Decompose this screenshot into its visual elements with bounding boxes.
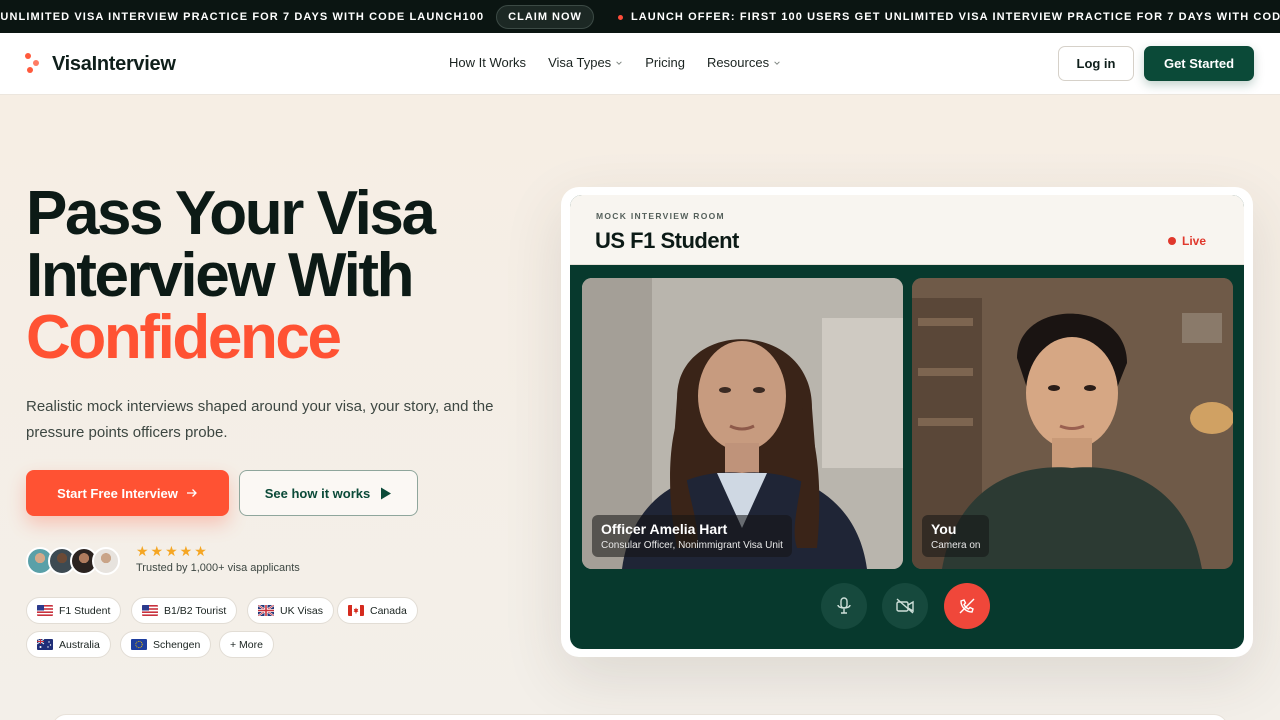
next-section-card xyxy=(52,714,1228,720)
nav-item-pricing[interactable]: Pricing xyxy=(645,55,685,70)
self-name: You xyxy=(931,521,957,537)
nav-item-resources[interactable]: Resources xyxy=(707,55,781,70)
uk-flag-icon xyxy=(258,605,274,616)
live-dot-icon xyxy=(1167,237,1176,245)
nav-menu: How It Works Visa Types Pricing Resource… xyxy=(449,55,781,70)
chip-schengen[interactable]: Schengen xyxy=(120,631,212,658)
brand-name: VisaInterview xyxy=(52,52,176,75)
officer-name: Officer Amelia Hart xyxy=(601,521,728,537)
australia-flag-icon xyxy=(37,639,53,650)
self-video-tile: You Camera on xyxy=(912,278,1233,569)
brand-logo[interactable]: VisaInterview xyxy=(24,52,176,76)
announcement-text-left: ET UNLIMITED VISA INTERVIEW PRACTICE FOR… xyxy=(0,10,485,23)
login-button[interactable]: Log in xyxy=(1058,46,1134,81)
officer-role: Consular Officer, Nonimmigrant Visa Unit xyxy=(601,540,783,551)
officer-name-tag: Officer Amelia Hart Consular Officer, No… xyxy=(592,515,792,557)
announcement-text-right: LAUNCH OFFER: FIRST 100 USERS GET UNLIMI… xyxy=(617,11,1280,23)
chip-more[interactable]: + More xyxy=(219,631,274,658)
chip-b1-b2-tourist[interactable]: B1/B2 Tourist xyxy=(131,597,238,624)
announcement-bar: ET UNLIMITED VISA INTERVIEW PRACTICE FOR… xyxy=(0,0,1280,33)
camera-button[interactable] xyxy=(882,583,928,629)
rating-stars-icon: ★★★★★ xyxy=(136,543,209,559)
eu-flag-icon xyxy=(131,639,147,650)
chip-f1-student[interactable]: F1 Student xyxy=(26,597,122,624)
nav-item-visa-types[interactable]: Visa Types xyxy=(548,55,623,70)
room-title: US F1 Student xyxy=(595,228,739,253)
chip-canada[interactable]: Canada xyxy=(337,597,418,624)
trusted-text: Trusted by 1,000+ visa applicants xyxy=(136,562,300,574)
avatar xyxy=(92,547,120,575)
chevron-down-icon xyxy=(616,60,622,65)
mock-interview-card: MOCK INTERVIEW ROOM US F1 Student Live O… xyxy=(561,187,1253,657)
interview-room-header: MOCK INTERVIEW ROOM US F1 Student Live xyxy=(570,195,1244,265)
logo-dots-icon xyxy=(24,52,42,76)
chip-uk-visas[interactable]: UK Visas xyxy=(247,597,334,624)
us-flag-icon xyxy=(37,605,53,616)
chip-australia[interactable]: Australia xyxy=(26,631,111,658)
headline-accent: Confidence xyxy=(26,303,342,372)
top-nav: VisaInterview How It Works Visa Types Pr… xyxy=(0,33,1280,95)
nav-item-how-it-works[interactable]: How It Works xyxy=(449,55,526,70)
mic-button[interactable] xyxy=(821,583,867,629)
call-controls xyxy=(570,583,1244,629)
live-status: Live xyxy=(1167,234,1206,248)
us-flag-icon xyxy=(142,605,158,616)
end-call-button[interactable] xyxy=(944,583,990,629)
applicant-avatars xyxy=(26,547,120,575)
hero-subtitle: Realistic mock interviews shaped around … xyxy=(26,398,494,441)
microphone-icon xyxy=(837,597,851,614)
phone-end-icon xyxy=(959,598,975,614)
bullet-dot-icon xyxy=(617,14,623,20)
claim-now-button[interactable]: CLAIM NOW xyxy=(496,4,594,29)
officer-video-tile: Officer Amelia Hart Consular Officer, No… xyxy=(582,278,903,569)
camera-off-icon xyxy=(896,598,914,614)
chevron-down-icon xyxy=(774,60,780,65)
play-icon xyxy=(381,487,392,499)
self-name-tag: You Camera on xyxy=(922,515,990,557)
canada-flag-icon xyxy=(348,605,364,616)
see-how-it-works-button[interactable]: See how it works xyxy=(239,470,418,516)
interview-room: MOCK INTERVIEW ROOM US F1 Student Live O… xyxy=(570,195,1244,649)
camera-status: Camera on xyxy=(931,540,981,551)
start-free-interview-button[interactable]: Start Free Interview xyxy=(26,470,229,516)
room-label: MOCK INTERVIEW ROOM xyxy=(596,211,725,221)
arrow-right-icon xyxy=(186,489,197,497)
get-started-button[interactable]: Get Started xyxy=(1144,46,1254,81)
hero-headline: Pass Your Visa Interview With Confidence xyxy=(26,179,436,372)
